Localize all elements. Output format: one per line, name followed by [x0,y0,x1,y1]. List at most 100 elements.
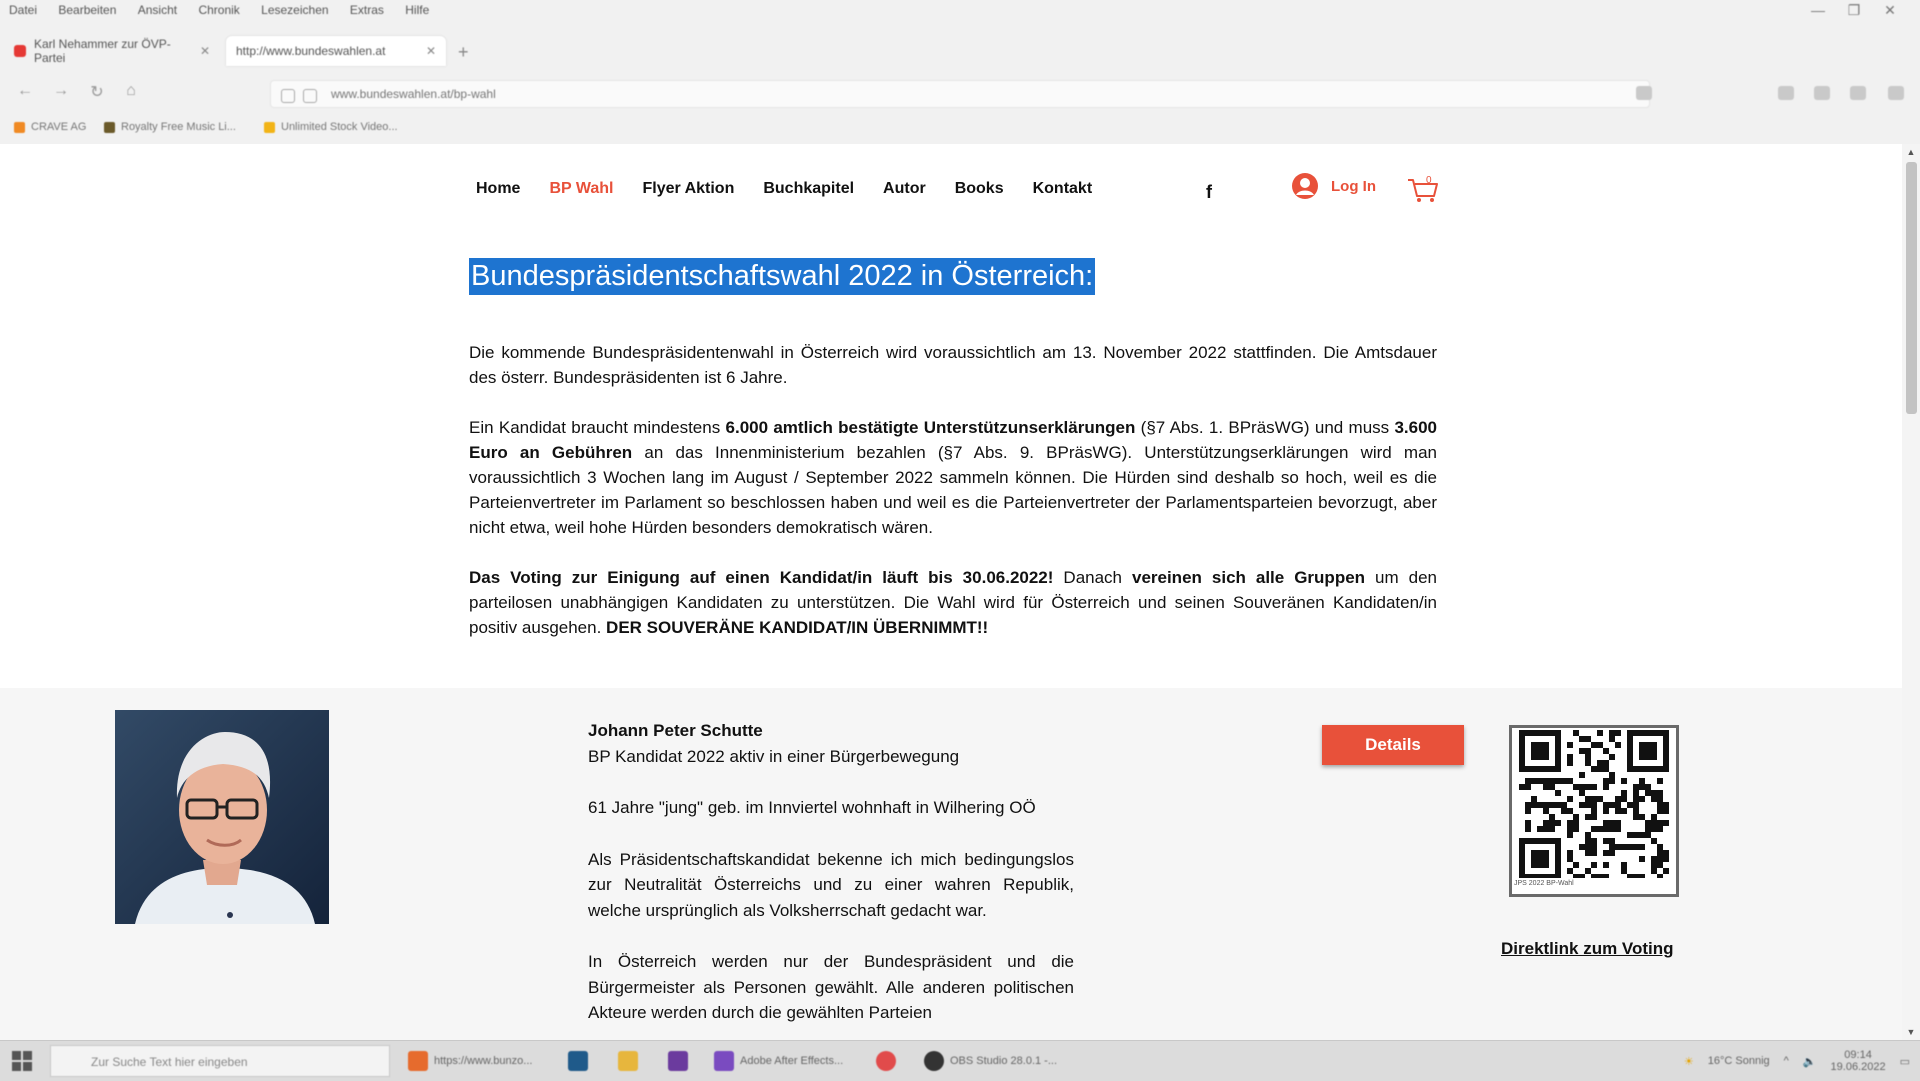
tab-strip: Karl Nehammer zur ÖVP-Partei ✕ http://ww… [0,30,1920,68]
menu-tools[interactable]: Extras [341,0,393,20]
bookmark-favicon-icon [14,121,25,133]
bookmark-label: Unlimited Stock Video... [281,121,398,133]
taskbar-app[interactable] [876,1050,896,1072]
clock-time: 09:14 [1844,1049,1872,1061]
nav-bp-wahl[interactable]: BP Wahl [549,180,613,198]
tray-arrow-icon[interactable]: ^ [1784,1055,1789,1067]
candidate-age: 61 Jahre "jung" geb. im Innviertel wohnh… [588,798,1036,817]
nav-autor[interactable]: Autor [883,180,926,198]
bookmark-favicon-icon [104,121,115,133]
windows-start-icon[interactable] [12,1051,32,1071]
clock-date: 19.06.2022 [1830,1061,1886,1073]
cart-count: 0 [1426,175,1432,186]
youtube-favicon-icon [14,45,26,57]
taskbar-app-explorer[interactable] [618,1050,638,1072]
menu-help[interactable]: Hilfe [396,0,438,20]
url-text: www.bundeswahlen.at/bp-wahl [331,87,496,101]
bookmark-item[interactable]: Unlimited Stock Video... [264,121,398,133]
menu-edit[interactable]: Bearbeiten [49,0,125,20]
notifications-icon[interactable]: ▭ [1900,1055,1910,1068]
reload-icon[interactable]: ↻ [86,82,108,104]
candidate-photo [115,710,329,924]
taskbar-app[interactable] [668,1050,688,1072]
nav-buchkapitel[interactable]: Buchkapitel [763,180,854,198]
candidate-subtitle: BP Kandidat 2022 aktiv in einer Bürgerbe… [588,746,960,766]
menu-bookmarks[interactable]: Lesezeichen [252,0,337,20]
firefox-icon [408,1051,428,1071]
nav-home[interactable]: Home [476,180,520,198]
page-scrollbar[interactable]: ▲ ▼ [1902,144,1920,1040]
system-tray: ☀ 16°C Sonnig ^ 🔈 09:14 19.06.2022 ▭ [1684,1049,1910,1073]
close-window-icon[interactable]: ✕ [1872,2,1908,19]
nav-books[interactable]: Books [955,180,1004,198]
nav-kontakt[interactable]: Kontakt [1033,180,1093,198]
qr-code[interactable] [1509,725,1679,897]
navigation-toolbar: ← → ↻ ⌂ www.bundeswahlen.at/bp-wahl [0,76,1920,110]
requirements-paragraph: Ein Kandidat braucht mindestens 6.000 am… [469,418,1438,537]
cart-icon[interactable]: 0 [1406,174,1440,204]
lock-icon[interactable] [303,89,317,103]
new-tab-icon[interactable]: + [458,42,469,63]
after-effects-icon [714,1051,734,1071]
taskbar-app-after-effects[interactable]: Adobe After Effects... [714,1050,843,1072]
forward-icon[interactable]: → [50,82,72,104]
candidate-section: Johann Peter Schutte BP Kandidat 2022 ak… [0,688,1902,1040]
facebook-icon[interactable]: f [1206,182,1212,203]
tab-label: Karl Nehammer zur ÖVP-Partei [34,37,171,65]
taskbar-app-firefox[interactable]: https://www.bunzo... [408,1050,532,1072]
url-bar[interactable]: www.bundeswahlen.at/bp-wahl [270,80,1650,108]
taskbar-app-label: OBS Studio 28.0.1 -... [950,1055,1058,1067]
nav-flyer-aktion[interactable]: Flyer Aktion [642,180,734,198]
back-icon[interactable]: ← [14,82,36,104]
window-controls: — ❐ ✕ [1800,2,1908,19]
downloads-icon[interactable] [1814,86,1830,100]
candidate-name: Johann Peter Schutte [588,721,763,740]
voting-direct-link[interactable]: Direktlink zum Voting [1501,939,1674,959]
browser-menubar: Datei Bearbeiten Ansicht Chronik Lesezei… [0,0,1920,22]
close-tab-icon[interactable]: ✕ [426,44,436,58]
app-icon [568,1051,588,1071]
candidate-statement-2: In Österreich werden nur der Bundespräsi… [588,952,1074,1022]
star-icon[interactable] [1636,86,1652,100]
scroll-down-icon[interactable]: ▼ [1902,1024,1920,1040]
menu-view[interactable]: Ansicht [129,0,186,20]
scroll-up-icon[interactable]: ▲ [1902,144,1920,160]
minimize-icon[interactable]: — [1800,2,1836,18]
clock[interactable]: 09:14 19.06.2022 [1831,1049,1886,1073]
menu-history[interactable]: Chronik [189,0,248,20]
voting-paragraph: Das Voting zur Einigung auf einen Kandid… [469,568,1437,637]
app-icon [668,1051,688,1071]
qr-caption: JPS 2022 BP-Wahl [1514,880,1574,887]
browser-tab[interactable]: Karl Nehammer zur ÖVP-Partei ✕ [4,36,220,66]
site-navigation: Home BP Wahl Flyer Aktion Buchkapitel Au… [476,180,1121,198]
bookmark-label: Royalty Free Music Li... [121,121,236,133]
windows-taskbar: Zur Suche Text hier eingeben https://www… [0,1040,1920,1081]
page-title-wrapper: Bundespräsidentschaftswahl 2022 in Öster… [469,258,1096,295]
pocket-icon[interactable] [1778,86,1794,100]
intro-text: Die kommende Bundespräsidentenwahl in Ös… [469,340,1437,665]
taskbar-app-label: Adobe After Effects... [740,1055,844,1067]
candidate-description: Johann Peter Schutte BP Kandidat 2022 ak… [588,718,1074,1040]
browser-tab-active[interactable]: http://www.bundeswahlen.at ✕ [226,36,446,66]
taskbar-app-obs[interactable]: OBS Studio 28.0.1 -... [924,1050,1057,1072]
home-icon[interactable]: ⌂ [120,82,142,104]
extensions-icon[interactable] [1850,86,1866,100]
taskbar-search-input[interactable]: Zur Suche Text hier eingeben [50,1045,390,1077]
bookmark-item[interactable]: CRAVE AG [14,121,86,133]
candidate-statement: Als Präsidentschaftskandidat bekenne ich… [588,849,1074,920]
bookmark-item[interactable]: Royalty Free Music Li... [104,121,236,133]
weather-icon[interactable]: ☀ [1684,1055,1694,1068]
taskbar-app[interactable] [568,1050,588,1072]
shield-icon[interactable] [281,89,295,103]
scrollbar-thumb[interactable] [1906,162,1917,414]
user-avatar-icon [1291,172,1319,200]
speaker-icon[interactable]: 🔈 [1803,1055,1817,1068]
taskbar-app-label: https://www.bunzo... [434,1055,533,1067]
weather-text: 16°C Sonnig [1707,1055,1770,1067]
close-tab-icon[interactable]: ✕ [200,44,210,58]
menu-file[interactable]: Datei [0,0,46,20]
maximize-icon[interactable]: ❐ [1836,2,1872,19]
login-button[interactable]: Log In [1291,172,1376,200]
menu-icon[interactable] [1888,86,1904,100]
details-button[interactable]: Details [1322,725,1464,765]
